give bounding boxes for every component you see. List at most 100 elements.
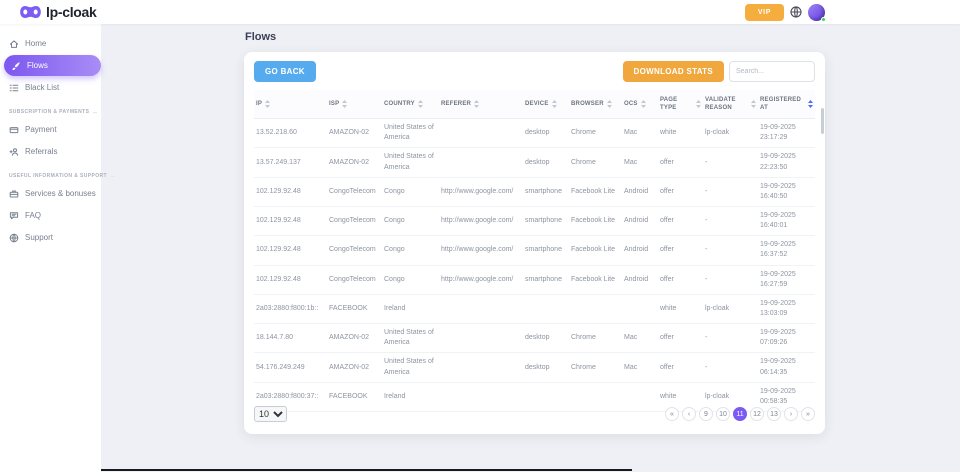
table-row: 102.129.92.48 CongoTelecom Congo http://…: [254, 207, 815, 236]
page-button[interactable]: 12: [750, 407, 764, 421]
cell-page-type: offer: [658, 207, 703, 236]
cell-registered-at: 19-09-2025 16:37:52: [758, 236, 815, 265]
cell-page-type: offer: [658, 265, 703, 294]
mask-logo-icon: [20, 6, 41, 18]
cell-registered-at: 19-09-2025 22:23:50: [758, 148, 815, 177]
cell-validate-reason: lp-cloak: [703, 294, 758, 323]
table-row: 102.129.92.48 CongoTelecom Congo http://…: [254, 265, 815, 294]
cell-country: Congo: [382, 236, 439, 265]
column-header[interactable]: Country: [382, 90, 439, 119]
sidebar-item-faq[interactable]: FAQ: [0, 205, 101, 226]
page-size-select[interactable]: 10: [254, 406, 287, 422]
column-header[interactable]: OCS: [622, 90, 658, 119]
table-header-row: IPISPCountryRefererDeviceBrowserOCSPage …: [254, 90, 815, 119]
vip-button[interactable]: VIP: [745, 4, 784, 21]
flows-icon: [11, 61, 21, 71]
search-input[interactable]: [729, 61, 815, 82]
column-header[interactable]: Registered At: [758, 90, 815, 119]
cell-device: desktop: [523, 148, 569, 177]
cell-validate-reason: lp-cloak: [703, 119, 758, 148]
column-header[interactable]: Browser: [569, 90, 622, 119]
column-header[interactable]: Device: [523, 90, 569, 119]
table-row: 13.52.218.60 AMAZON-02 United States of …: [254, 119, 815, 148]
column-header[interactable]: IP: [254, 90, 327, 119]
cell-registered-at: 19-09-2025 16:40:01: [758, 207, 815, 236]
page-title: Flows: [245, 31, 276, 43]
next-page-button[interactable]: ›: [784, 407, 798, 421]
top-bar-actions: VIP: [745, 0, 825, 24]
sidebar-item-flows[interactable]: Flows: [4, 55, 101, 76]
cell-browser: Facebook Lite: [569, 207, 622, 236]
cell-validate-reason: -: [703, 207, 758, 236]
last-page-button[interactable]: »: [801, 407, 815, 421]
cell-browser: Chrome: [569, 353, 622, 382]
column-header[interactable]: Validate Reason: [703, 90, 758, 119]
sidebar-item-label: FAQ: [25, 211, 41, 220]
column-header[interactable]: Referer: [439, 90, 523, 119]
go-back-button[interactable]: GO BACK: [254, 61, 316, 82]
cell-ocs: Android: [622, 177, 658, 206]
card-toolbar: GO BACK DOWNLOAD STATS: [244, 52, 825, 87]
cell-referer: http://www.google.com/: [439, 236, 523, 265]
cell-ip: 2a03:2880:f800:1b::: [254, 294, 327, 323]
page-button[interactable]: 9: [699, 407, 713, 421]
cell-referer: [439, 119, 523, 148]
table-scrollbar-thumb[interactable]: [821, 108, 824, 134]
language-globe-icon[interactable]: [790, 6, 802, 18]
page-button[interactable]: 13: [767, 407, 781, 421]
top-bar: lp-cloak VIP: [0, 0, 960, 24]
cell-isp: CongoTelecom: [327, 207, 382, 236]
sidebar-item-support[interactable]: Support: [0, 227, 101, 248]
column-header[interactable]: ISP: [327, 90, 382, 119]
user-avatar[interactable]: [808, 4, 825, 21]
cell-ocs: Mac: [622, 119, 658, 148]
sidebar-item-payment[interactable]: Payment: [0, 119, 101, 140]
cell-device: smartphone: [523, 265, 569, 294]
cell-registered-at: 19-09-2025 16:40:50: [758, 177, 815, 206]
cell-registered-at: 19-09-2025 06:14:35: [758, 353, 815, 382]
pagination: « ‹ 9 10 11 12 13 › »: [665, 407, 815, 421]
sidebar-item-label: Home: [25, 39, 46, 48]
cell-device: desktop: [523, 324, 569, 353]
cell-validate-reason: -: [703, 265, 758, 294]
cell-registered-at: 19-09-2025 13:03:09: [758, 294, 815, 323]
sort-icon: [641, 100, 646, 108]
cell-browser: [569, 294, 622, 323]
cell-isp: CongoTelecom: [327, 236, 382, 265]
first-page-button[interactable]: «: [665, 407, 679, 421]
cell-referer: [439, 148, 523, 177]
app-logo[interactable]: lp-cloak: [20, 4, 97, 20]
payment-icon: [9, 125, 19, 135]
sidebar-item-label: Referrals: [25, 147, 57, 156]
table-row: 102.129.92.48 CongoTelecom Congo http://…: [254, 236, 815, 265]
cell-country: United States of America: [382, 353, 439, 382]
cell-ip: 102.129.92.48: [254, 177, 327, 206]
sidebar-item-services-bonuses[interactable]: Services & bonuses: [0, 183, 101, 204]
column-header[interactable]: Page Type: [658, 90, 703, 119]
page-buttons: 9 10 11 12 13: [699, 407, 781, 421]
toolbar-right-group: DOWNLOAD STATS: [623, 61, 815, 82]
table-row: 54.176.249.249 AMAZON-02 United States o…: [254, 353, 815, 382]
cell-referer: [439, 324, 523, 353]
cell-page-type: white: [658, 294, 703, 323]
prev-page-button[interactable]: ‹: [682, 407, 696, 421]
sidebar-item-referrals[interactable]: Referrals: [0, 141, 101, 162]
sort-icon: [552, 100, 557, 108]
cell-ocs: Android: [622, 207, 658, 236]
services-bonuses-icon: [9, 189, 19, 199]
cell-device: smartphone: [523, 236, 569, 265]
logo-text: lp-cloak: [46, 4, 97, 20]
table-row: 13.57.249.137 AMAZON-02 United States of…: [254, 148, 815, 177]
cell-ocs: Mac: [622, 353, 658, 382]
sidebar-item-black-list[interactable]: Black List: [0, 77, 101, 98]
cell-country: Congo: [382, 177, 439, 206]
cell-page-type: white: [658, 119, 703, 148]
table-row: 102.129.92.48 CongoTelecom Congo http://…: [254, 177, 815, 206]
download-stats-button[interactable]: DOWNLOAD STATS: [623, 61, 724, 82]
page-button[interactable]: 11: [733, 407, 747, 421]
cell-browser: Chrome: [569, 148, 622, 177]
cell-device: desktop: [523, 119, 569, 148]
sort-icon: [474, 100, 479, 108]
page-button[interactable]: 10: [716, 407, 730, 421]
sidebar-item-home[interactable]: Home: [0, 33, 101, 54]
